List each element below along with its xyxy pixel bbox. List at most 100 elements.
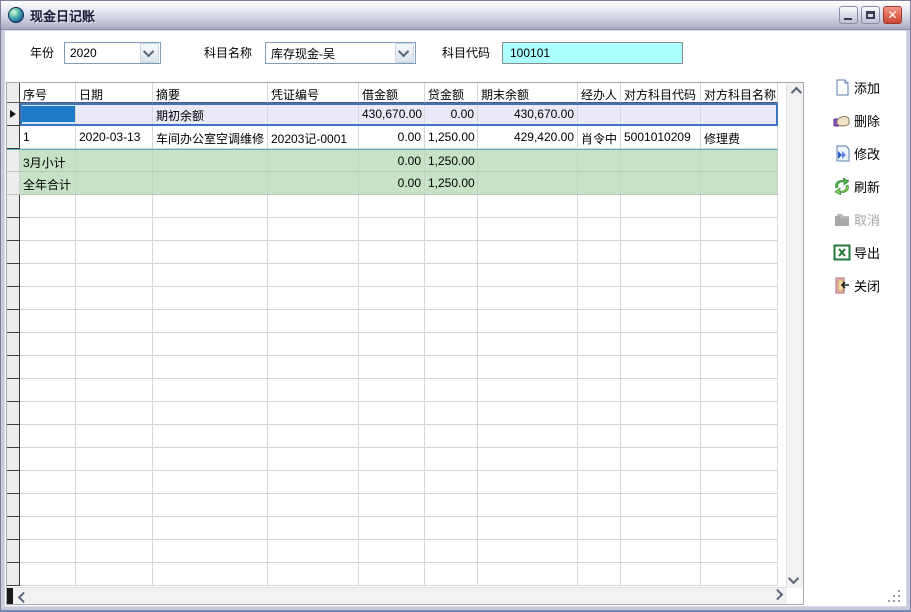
cell[interactable] [578, 103, 621, 126]
resize-grip-icon[interactable] [888, 590, 900, 602]
empty-table-row[interactable] [7, 241, 778, 264]
window-title: 现金日记账 [30, 6, 95, 25]
cell[interactable] [268, 103, 359, 126]
scroll-right-icon[interactable] [771, 588, 787, 604]
empty-table-row[interactable] [7, 494, 778, 517]
cell[interactable]: 修理费 [701, 126, 778, 149]
cell[interactable] [268, 172, 359, 195]
scroll-up-icon[interactable] [787, 83, 803, 99]
table-row-month-subtotal[interactable]: 3月小计 0.00 1,250.00 [7, 149, 778, 172]
cell[interactable] [153, 150, 268, 172]
cell[interactable]: 1,250.00 [425, 172, 478, 195]
cell[interactable] [621, 150, 701, 172]
scroll-left-icon[interactable] [14, 588, 30, 604]
cell[interactable] [76, 172, 153, 195]
empty-table-row[interactable] [7, 379, 778, 402]
empty-table-row[interactable] [7, 333, 778, 356]
maximize-button[interactable] [861, 6, 880, 24]
close-button[interactable]: 关闭 [833, 275, 911, 295]
content-area: 年份 2020 科目名称 库存现金-吴 科目代码 序号 日期 摘要 凭证编号 借… [4, 30, 907, 607]
cell[interactable] [478, 150, 578, 172]
empty-table-row[interactable] [7, 356, 778, 379]
scroll-down-icon[interactable] [787, 572, 803, 588]
cancel-button: 取消 [833, 209, 911, 229]
empty-table-row[interactable] [7, 287, 778, 310]
subject-name-value: 库存现金-吴 [266, 45, 394, 62]
close-window-button[interactable]: ✕ [883, 6, 902, 24]
empty-table-row[interactable] [7, 195, 778, 218]
empty-table-row[interactable] [7, 517, 778, 540]
col-header: 对方科目代码 [621, 83, 701, 103]
empty-table-row[interactable] [7, 563, 778, 586]
add-document-icon [833, 79, 851, 96]
refresh-button[interactable]: 刷新 [833, 176, 911, 196]
row-selector-header [7, 83, 20, 103]
cell[interactable] [578, 150, 621, 172]
cell[interactable]: 1 [20, 126, 76, 149]
cell[interactable] [20, 103, 76, 126]
cell[interactable]: 5001010209 [621, 126, 701, 149]
export-button[interactable]: 导出 [833, 242, 911, 262]
grid-header-row: 序号 日期 摘要 凭证编号 借金额 贷金额 期末余额 经办人 对方科目代码 对方… [7, 83, 778, 103]
journal-grid: 序号 日期 摘要 凭证编号 借金额 贷金额 期末余额 经办人 对方科目代码 对方… [6, 82, 804, 605]
cell[interactable]: 全年合计 [20, 172, 76, 195]
table-row-year-total[interactable]: 全年合计 0.00 1,250.00 [7, 172, 778, 195]
cell[interactable]: 0.00 [359, 172, 425, 195]
year-select[interactable]: 2020 [64, 42, 161, 64]
subject-code-label: 科目代码 [442, 42, 490, 64]
col-header: 期末余额 [478, 83, 578, 103]
cell[interactable]: 0.00 [425, 103, 478, 126]
empty-table-row[interactable] [7, 402, 778, 425]
cell[interactable]: 1,250.00 [425, 126, 478, 149]
subject-name-select[interactable]: 库存现金-吴 [265, 42, 416, 64]
modify-page-icon [833, 145, 851, 162]
horizontal-scrollbar[interactable] [7, 587, 787, 604]
cell[interactable]: 0.00 [359, 150, 425, 172]
vertical-scrollbar[interactable] [786, 83, 803, 588]
cell[interactable] [701, 103, 778, 126]
delete-button[interactable]: 删除 [833, 110, 911, 130]
cell[interactable]: 20203记-0001 [268, 126, 359, 149]
empty-table-row[interactable] [7, 448, 778, 471]
cell[interactable] [478, 172, 578, 195]
modify-button[interactable]: 修改 [833, 143, 911, 163]
scrollbar-corner-block [7, 588, 13, 604]
cell[interactable] [76, 103, 153, 126]
titlebar: 现金日记账 ✕ [1, 1, 910, 30]
current-row-marker [7, 103, 20, 126]
empty-table-row[interactable] [7, 471, 778, 494]
cell[interactable] [268, 150, 359, 172]
cell[interactable]: 3月小计 [20, 150, 76, 172]
cell[interactable]: 429,420.00 [478, 126, 578, 149]
export-excel-icon [833, 244, 851, 261]
cell[interactable]: 430,670.00 [359, 103, 425, 126]
cell[interactable]: 车间办公室空调维修 [153, 126, 268, 149]
cell[interactable] [701, 150, 778, 172]
cell[interactable]: 2020-03-13 [76, 126, 153, 149]
empty-table-row[interactable] [7, 218, 778, 241]
cell[interactable]: 0.00 [359, 126, 425, 149]
table-row-entry-1[interactable]: 1 2020-03-13 车间办公室空调维修 20203记-0001 0.00 … [7, 126, 778, 149]
minimize-button[interactable] [839, 6, 858, 24]
empty-table-row[interactable] [7, 425, 778, 448]
cell[interactable] [153, 172, 268, 195]
cancel-folder-icon [833, 211, 851, 228]
empty-table-row[interactable] [7, 264, 778, 287]
subject-name-dropdown-icon[interactable] [395, 43, 414, 63]
cell[interactable] [621, 172, 701, 195]
cell[interactable]: 430,670.00 [478, 103, 578, 126]
empty-table-row[interactable] [7, 310, 778, 333]
cell[interactable] [621, 103, 701, 126]
cell[interactable]: 肖令中 [578, 126, 621, 149]
cell[interactable] [76, 150, 153, 172]
year-dropdown-icon[interactable] [140, 43, 159, 63]
empty-table-row[interactable] [7, 540, 778, 563]
action-button-column: 添加 删除 修改 刷新 [833, 77, 911, 308]
subject-code-input[interactable] [502, 42, 683, 64]
table-row-opening-balance[interactable]: 期初余额 430,670.00 0.00 430,670.00 [7, 103, 778, 126]
add-button[interactable]: 添加 [833, 77, 911, 97]
cell[interactable] [701, 172, 778, 195]
cell[interactable]: 1,250.00 [425, 150, 478, 172]
cell[interactable] [578, 172, 621, 195]
cell[interactable]: 期初余额 [153, 103, 268, 126]
